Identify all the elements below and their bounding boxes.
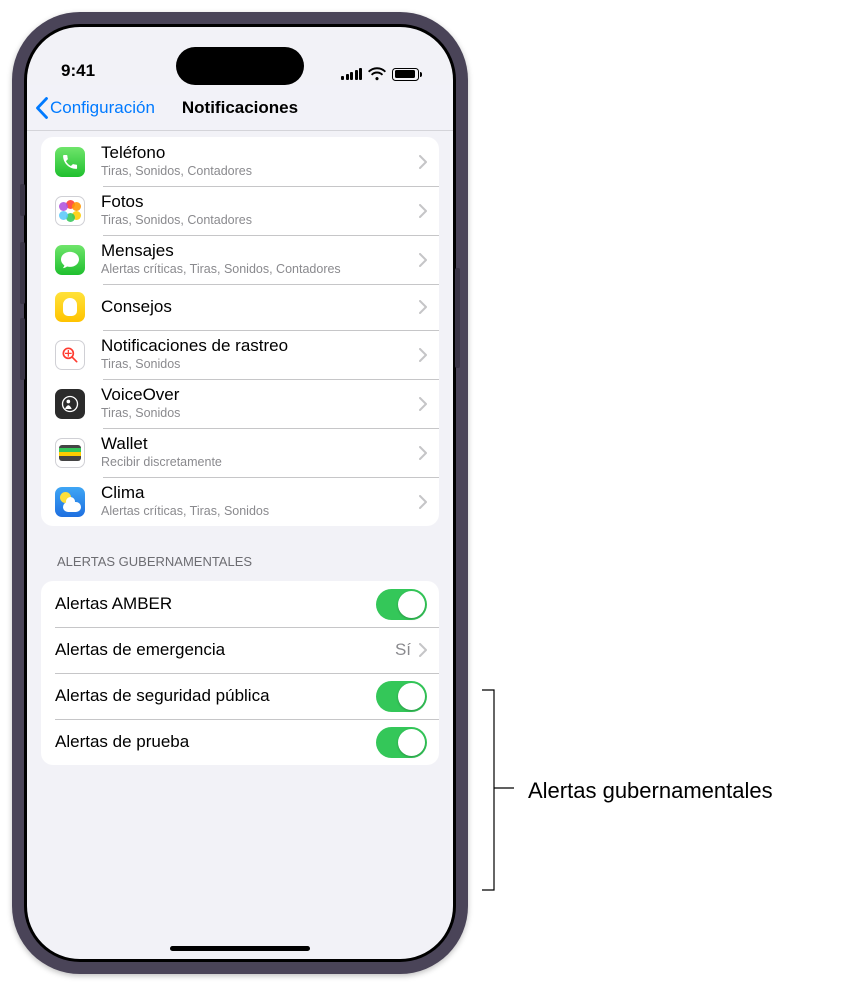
app-row-title: Clima xyxy=(101,483,411,503)
chevron-right-icon xyxy=(419,397,427,411)
battery-icon xyxy=(392,68,419,81)
photos-app-icon xyxy=(55,196,85,226)
app-row-subtitle: Recibir discretamente xyxy=(101,455,411,471)
cellular-icon xyxy=(341,68,362,80)
app-row-subtitle: Alertas críticas, Tiras, Sonidos xyxy=(101,504,411,520)
gov-row-public-safety: Alertas de seguridad pública xyxy=(41,673,439,719)
gov-row-value: Sí xyxy=(395,640,411,660)
gov-row-label: Alertas de prueba xyxy=(55,732,376,752)
app-notification-list: Teléfono Tiras, Sonidos, Contadores Foto… xyxy=(41,137,439,526)
chevron-right-icon xyxy=(419,253,427,267)
nav-header: Configuración Notificaciones xyxy=(27,85,453,131)
phone-app-icon xyxy=(55,147,85,177)
phone-side-button xyxy=(455,268,460,368)
app-row-subtitle: Tiras, Sonidos xyxy=(101,406,411,422)
home-indicator[interactable] xyxy=(170,946,310,951)
dynamic-island xyxy=(176,47,304,85)
phone-volume-down xyxy=(20,318,25,380)
callout-bracket xyxy=(480,688,524,892)
weather-app-icon xyxy=(55,487,85,517)
app-row-title: Teléfono xyxy=(101,143,411,163)
chevron-right-icon xyxy=(419,155,427,169)
chevron-right-icon xyxy=(419,643,427,657)
app-row-mensajes[interactable]: Mensajes Alertas críticas, Tiras, Sonido… xyxy=(41,235,439,284)
gov-row-label: Alertas AMBER xyxy=(55,594,376,614)
phone-volume-up xyxy=(20,242,25,304)
app-row-title: Wallet xyxy=(101,434,411,454)
voiceover-app-icon xyxy=(55,389,85,419)
app-row-consejos[interactable]: Consejos xyxy=(41,284,439,330)
gov-row-label: Alertas de seguridad pública xyxy=(55,686,376,706)
app-row-wallet[interactable]: Wallet Recibir discretamente xyxy=(41,428,439,477)
toggle-test[interactable] xyxy=(376,727,427,758)
wifi-icon xyxy=(368,67,386,81)
wallet-app-icon xyxy=(55,438,85,468)
status-time: 9:41 xyxy=(61,61,95,81)
chevron-right-icon xyxy=(419,300,427,314)
back-label: Configuración xyxy=(50,98,155,118)
app-row-title: Notificaciones de rastreo xyxy=(101,336,411,356)
app-row-title: Consejos xyxy=(101,297,411,317)
chevron-left-icon xyxy=(35,97,48,119)
app-row-subtitle: Tiras, Sonidos, Contadores xyxy=(101,164,411,180)
phone-frame: 9:41 Configuración xyxy=(12,12,468,974)
gov-row-emergency[interactable]: Alertas de emergencia Sí xyxy=(41,627,439,673)
app-row-clima[interactable]: Clima Alertas críticas, Tiras, Sonidos xyxy=(41,477,439,526)
back-button[interactable]: Configuración xyxy=(27,97,155,119)
gov-row-amber: Alertas AMBER xyxy=(41,581,439,627)
app-row-voiceover[interactable]: VoiceOver Tiras, Sonidos xyxy=(41,379,439,428)
app-row-subtitle: Tiras, Sonidos xyxy=(101,357,411,373)
app-row-fotos[interactable]: Fotos Tiras, Sonidos, Contadores xyxy=(41,186,439,235)
messages-app-icon xyxy=(55,245,85,275)
gov-row-label: Alertas de emergencia xyxy=(55,640,387,660)
chevron-right-icon xyxy=(419,495,427,509)
phone-mute-switch xyxy=(20,184,25,216)
content-scroll[interactable]: Teléfono Tiras, Sonidos, Contadores Foto… xyxy=(27,131,453,959)
tips-app-icon xyxy=(55,292,85,322)
app-row-title: VoiceOver xyxy=(101,385,411,405)
screen: 9:41 Configuración xyxy=(27,27,453,959)
app-row-title: Fotos xyxy=(101,192,411,212)
section-header-gov: Alertas gubernamentales xyxy=(41,554,439,575)
app-row-rastreo[interactable]: Notificaciones de rastreo Tiras, Sonidos xyxy=(41,330,439,379)
app-row-telefono[interactable]: Teléfono Tiras, Sonidos, Contadores xyxy=(41,137,439,186)
app-row-subtitle: Alertas críticas, Tiras, Sonidos, Contad… xyxy=(101,262,411,278)
app-row-title: Mensajes xyxy=(101,241,411,261)
chevron-right-icon xyxy=(419,204,427,218)
gov-alerts-group: Alertas AMBER Alertas de emergencia Sí xyxy=(41,581,439,765)
callout-label: Alertas gubernamentales xyxy=(528,778,773,804)
app-row-subtitle: Tiras, Sonidos, Contadores xyxy=(101,213,411,229)
gov-row-test: Alertas de prueba xyxy=(41,719,439,765)
toggle-public-safety[interactable] xyxy=(376,681,427,712)
chevron-right-icon xyxy=(419,348,427,362)
chevron-right-icon xyxy=(419,446,427,460)
tracking-app-icon xyxy=(55,340,85,370)
toggle-amber[interactable] xyxy=(376,589,427,620)
